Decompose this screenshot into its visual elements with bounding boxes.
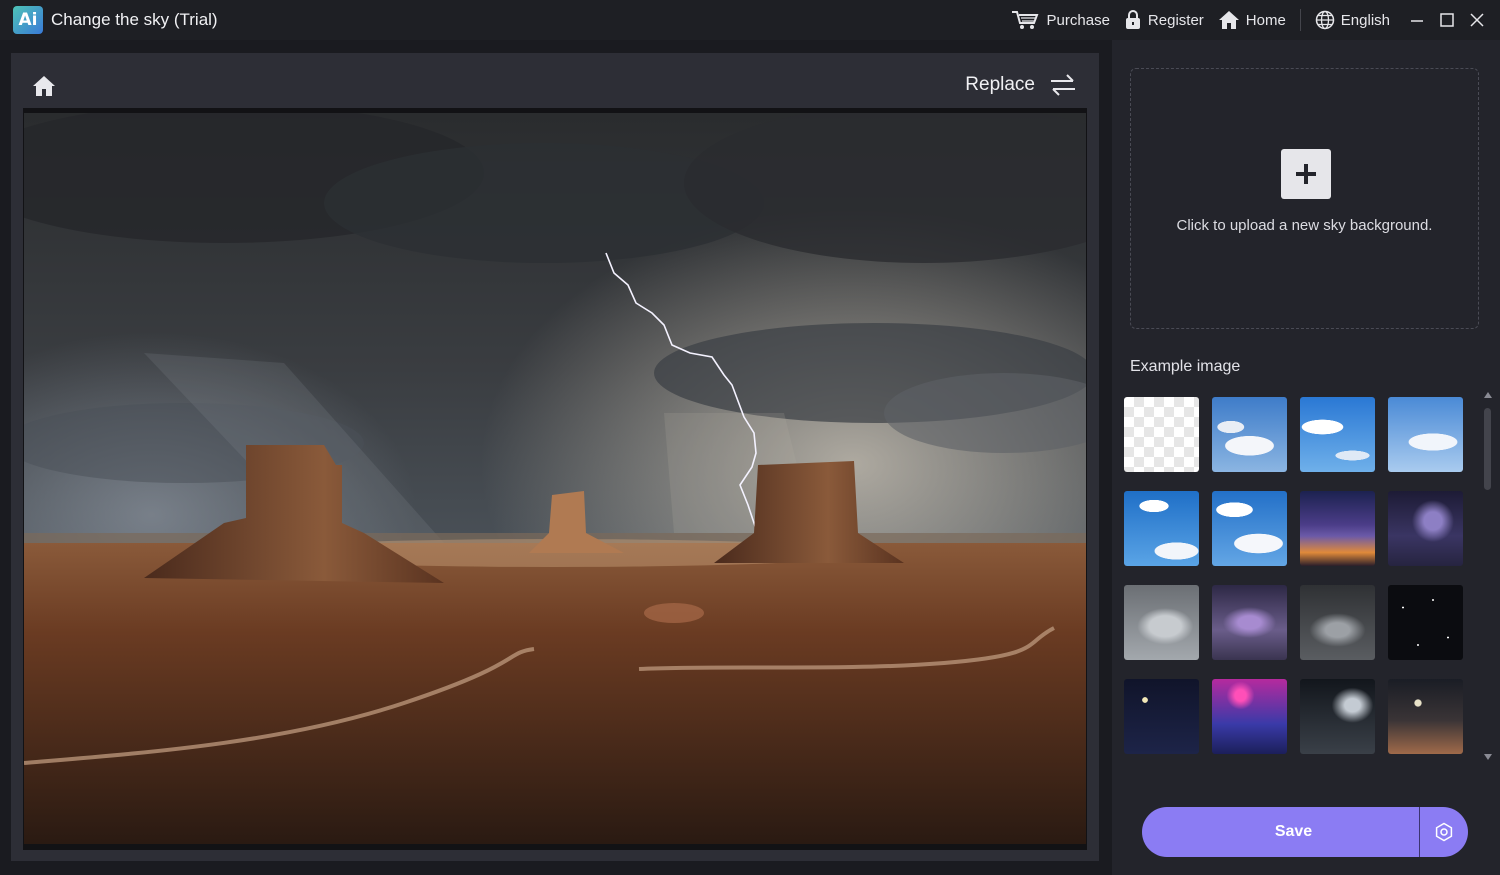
close-button[interactable] bbox=[1464, 7, 1490, 33]
thumbnail-scrollbar[interactable] bbox=[1482, 390, 1492, 760]
editor-home-button[interactable] bbox=[31, 74, 57, 100]
language-label: English bbox=[1340, 11, 1390, 29]
register-button[interactable]: Register bbox=[1124, 10, 1204, 30]
top-actions: Purchase Register Home English bbox=[1011, 0, 1500, 40]
thumbnail-moonlit-clouds[interactable] bbox=[1300, 679, 1375, 754]
thumbnail-purple-clouds[interactable] bbox=[1212, 585, 1287, 660]
maximize-icon bbox=[1440, 13, 1454, 27]
thumbnail-blue-sky-clouds-2[interactable] bbox=[1300, 397, 1375, 472]
divider bbox=[1299, 9, 1301, 31]
scroll-up-arrow-icon[interactable] bbox=[1484, 392, 1492, 398]
thumbnail-dark-storm-clouds[interactable] bbox=[1300, 585, 1375, 660]
thumbnail-blue-sky-clouds-5[interactable] bbox=[1212, 491, 1287, 566]
editor-panel: Replace bbox=[11, 53, 1099, 861]
scroll-down-arrow-icon[interactable] bbox=[1484, 754, 1492, 760]
scroll-thumb[interactable] bbox=[1484, 408, 1491, 490]
minimize-icon bbox=[1411, 20, 1423, 22]
thumbnail-transparent[interactable] bbox=[1124, 397, 1199, 472]
thumbnail-dusk-moon[interactable] bbox=[1388, 679, 1463, 754]
home-icon bbox=[1218, 10, 1240, 30]
globe-icon bbox=[1315, 10, 1335, 30]
lock-icon bbox=[1124, 10, 1142, 30]
thumbnail-blue-sky-clouds-3[interactable] bbox=[1388, 397, 1463, 472]
purchase-button[interactable]: Purchase bbox=[1011, 10, 1110, 30]
thumbnail-blue-sky-clouds-1[interactable] bbox=[1212, 397, 1287, 472]
edited-photo bbox=[24, 113, 1086, 844]
upload-instruction: Click to upload a new sky background. bbox=[1176, 217, 1433, 234]
save-button[interactable]: Save bbox=[1142, 823, 1419, 841]
home-label: Home bbox=[1245, 11, 1286, 29]
app-logo: Ai bbox=[13, 6, 43, 34]
replace-button[interactable]: Replace bbox=[965, 73, 1077, 97]
save-settings-button[interactable] bbox=[1420, 807, 1468, 857]
image-canvas bbox=[23, 108, 1087, 850]
hex-settings-icon bbox=[1435, 822, 1453, 842]
app-title: Change the sky (Trial) bbox=[51, 10, 218, 29]
thumbnail-purple-lightning[interactable] bbox=[1388, 491, 1463, 566]
thumbnail-starry-night[interactable] bbox=[1388, 585, 1463, 660]
home-icon bbox=[33, 76, 55, 96]
example-image-grid bbox=[1124, 397, 1469, 754]
thumbnail-purple-storm-sunset[interactable] bbox=[1300, 491, 1375, 566]
desert-storm-image bbox=[24, 113, 1086, 844]
save-control: Save bbox=[1142, 807, 1468, 857]
thumbnail-magenta-moon[interactable] bbox=[1212, 679, 1287, 754]
thumbnail-blue-sky-clouds-4[interactable] bbox=[1124, 491, 1199, 566]
swap-arrows-icon bbox=[1051, 74, 1075, 96]
sidebar: Click to upload a new sky background. Ex… bbox=[1112, 40, 1500, 875]
thumbnail-grey-clouds[interactable] bbox=[1124, 585, 1199, 660]
language-selector[interactable]: English bbox=[1315, 10, 1390, 30]
plus-icon bbox=[1296, 164, 1316, 184]
upload-sky-dropzone[interactable]: Click to upload a new sky background. bbox=[1130, 68, 1479, 329]
thumbnail-crescent-moon-night[interactable] bbox=[1124, 679, 1199, 754]
cart-icon bbox=[1011, 10, 1041, 30]
home-link[interactable]: Home bbox=[1218, 10, 1286, 30]
title-bar: Ai Change the sky (Trial) Purchase Regis… bbox=[0, 0, 1500, 40]
register-label: Register bbox=[1147, 11, 1204, 29]
replace-label: Replace bbox=[965, 74, 1035, 95]
upload-plus-button[interactable] bbox=[1281, 149, 1331, 199]
purchase-label: Purchase bbox=[1046, 11, 1110, 29]
close-icon bbox=[1470, 13, 1484, 27]
maximize-button[interactable] bbox=[1434, 7, 1460, 33]
minimize-button[interactable] bbox=[1404, 7, 1430, 33]
example-image-label: Example image bbox=[1130, 358, 1241, 375]
